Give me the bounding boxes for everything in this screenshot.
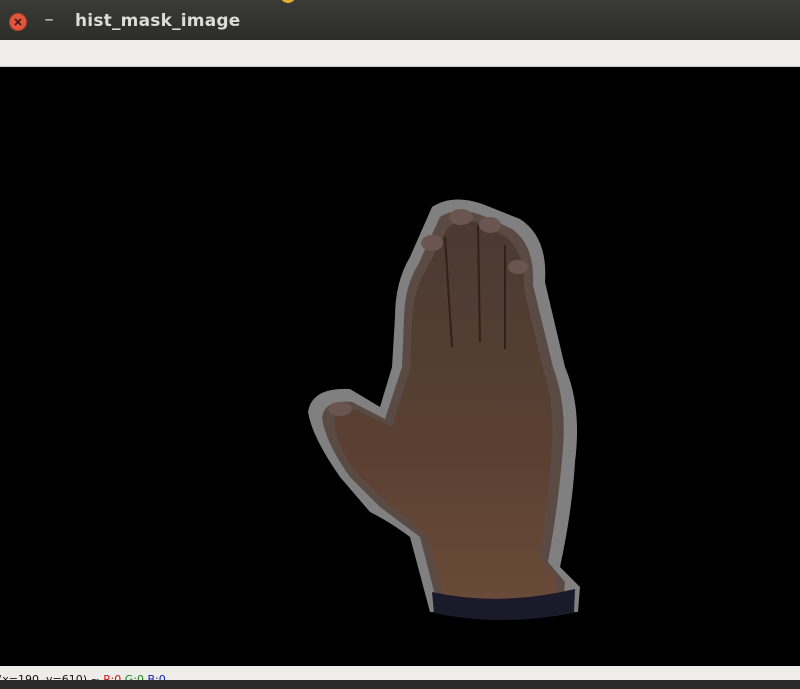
window-titlebar: (M) – hist_mask_image [0, 0, 800, 41]
minimize-button[interactable]: – [40, 9, 58, 31]
toolbar [0, 40, 800, 67]
terminal-strip [0, 680, 800, 689]
system-tray-icons: (M) [281, 0, 295, 3]
close-button[interactable] [9, 13, 27, 31]
window-title: hist_mask_image [75, 11, 241, 31]
image-canvas[interactable] [0, 67, 800, 666]
hand-mask-image [308, 199, 580, 620]
close-icon [14, 18, 22, 26]
